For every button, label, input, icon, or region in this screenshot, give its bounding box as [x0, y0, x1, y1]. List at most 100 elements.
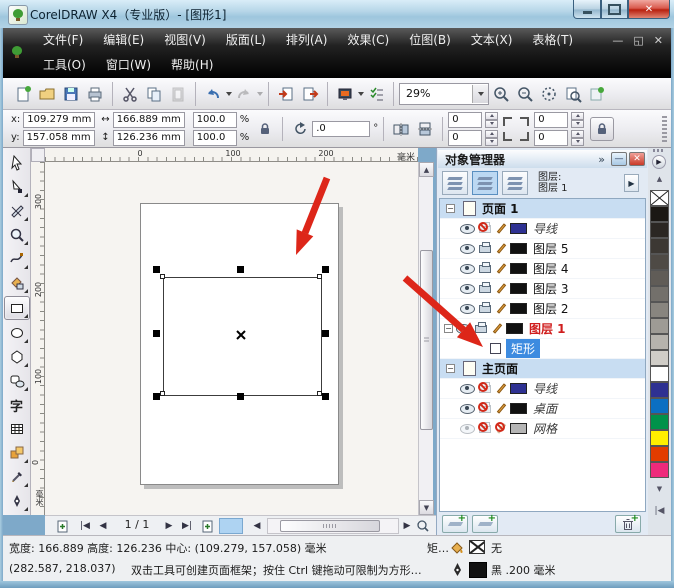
edit-toggle[interactable]	[489, 321, 506, 337]
welcome-screen-button[interactable]	[364, 82, 388, 106]
layer-color-swatch[interactable]	[510, 383, 527, 394]
corner-radius-tr-field[interactable]: 0	[534, 111, 569, 128]
tree-row-master-guides[interactable]: 导线	[440, 379, 645, 399]
selection-handle-sw[interactable]	[153, 393, 160, 400]
scale-y-field[interactable]: 100.0	[192, 129, 237, 146]
corner-bl-spinner[interactable]	[485, 129, 499, 146]
tree-row-desktop[interactable]: 桌面	[440, 399, 645, 419]
propbar-grip[interactable]	[662, 115, 667, 142]
object-center-marker[interactable]	[235, 329, 247, 341]
copy-button[interactable]	[142, 82, 166, 106]
undo-button[interactable]	[201, 82, 225, 106]
save-button[interactable]	[59, 82, 83, 106]
smart-fill-tool[interactable]	[5, 272, 29, 294]
ruler-origin[interactable]	[31, 148, 45, 162]
spinner-up-icon[interactable]	[485, 111, 499, 120]
redo-button[interactable]	[232, 82, 256, 106]
y-position-field[interactable]: 157.058 mm	[22, 129, 95, 146]
palette-swatch[interactable]	[650, 318, 669, 334]
print-toggle[interactable]	[476, 221, 493, 237]
rotation-angle-field[interactable]: .0	[312, 120, 371, 137]
print-button[interactable]	[83, 82, 107, 106]
horizontal-ruler[interactable]: 0 100 200 毫米	[45, 148, 418, 163]
tree-row-layer2[interactable]: 图层 2	[440, 299, 645, 319]
object-height-field[interactable]: 126.236 mm	[112, 129, 185, 146]
palette-swatch-none[interactable]	[650, 190, 669, 206]
menu-layout[interactable]: 版面(L)	[216, 28, 276, 53]
visibility-toggle[interactable]	[455, 321, 472, 337]
zoom-to-page-button[interactable]	[561, 82, 585, 106]
selection-handle-nw[interactable]	[153, 266, 160, 273]
new-document-button[interactable]	[11, 82, 35, 106]
add-page-button[interactable]	[55, 518, 71, 534]
palette-swatch[interactable]	[650, 350, 669, 366]
open-button[interactable]	[35, 82, 59, 106]
lock-corners-button[interactable]	[590, 116, 615, 141]
tree-row-layer3[interactable]: 图层 3	[440, 279, 645, 299]
spinner-up-icon[interactable]	[485, 129, 499, 138]
layer-color-swatch[interactable]	[510, 223, 527, 234]
docker-minimize-button[interactable]: —	[611, 152, 627, 166]
palette-swatch[interactable]	[650, 446, 669, 462]
new-master-layer-button[interactable]	[472, 513, 498, 533]
selection-handle-w[interactable]	[153, 330, 160, 337]
import-button[interactable]	[274, 82, 298, 106]
menu-tools[interactable]: 工具(O)	[33, 53, 96, 78]
palette-swatch[interactable]	[650, 366, 669, 382]
rectangle-corner-node[interactable]	[160, 391, 165, 396]
layer-color-swatch[interactable]	[510, 263, 527, 274]
menu-text[interactable]: 文本(X)	[461, 28, 523, 53]
corner-radius-tl-field[interactable]: 0	[448, 111, 483, 128]
docker-close-button[interactable]: ✕	[629, 152, 645, 166]
tree-row-layer5[interactable]: 图层 5	[440, 239, 645, 259]
new-layer-button[interactable]	[442, 513, 468, 533]
print-toggle[interactable]	[476, 301, 493, 317]
palette-scroll-up[interactable]: ▲	[654, 174, 665, 184]
menu-view[interactable]: 视图(V)	[154, 28, 216, 53]
palette-swatch[interactable]	[650, 206, 669, 222]
layer-color-swatch[interactable]	[510, 243, 527, 254]
visibility-toggle[interactable]	[459, 301, 476, 317]
spinner-up-icon[interactable]	[571, 111, 585, 120]
doc-restore-icon[interactable]: ◱	[633, 34, 643, 47]
pick-tool[interactable]	[5, 152, 29, 174]
corner-tr-spinner[interactable]	[571, 111, 585, 128]
layer-color-swatch[interactable]	[510, 423, 527, 434]
paste-button[interactable]	[166, 82, 190, 106]
previous-page-button[interactable]: ◀	[95, 518, 111, 534]
menu-arrange[interactable]: 排列(A)	[276, 28, 338, 53]
spinner-down-icon[interactable]	[485, 119, 499, 128]
print-toggle[interactable]	[476, 261, 493, 277]
selection-handle-e[interactable]	[322, 330, 329, 337]
mirror-vertical-button[interactable]	[413, 117, 437, 141]
cut-button[interactable]	[118, 82, 142, 106]
palette-swatch[interactable]	[650, 222, 669, 238]
tree-row-rectangle[interactable]: 矩形	[440, 339, 645, 359]
print-toggle[interactable]	[476, 401, 493, 417]
tree-row-master-page[interactable]: − 主页面	[440, 359, 645, 379]
palette-grip[interactable]	[653, 149, 665, 152]
redo-dropdown[interactable]	[257, 91, 263, 96]
scroll-up-button[interactable]: ▲	[419, 162, 434, 177]
edit-toggle[interactable]	[493, 241, 510, 257]
visibility-toggle[interactable]	[459, 421, 476, 437]
tree-row-page1[interactable]: − 页面 1	[440, 199, 645, 219]
application-launcher-button[interactable]	[333, 82, 357, 106]
edit-toggle[interactable]	[493, 401, 510, 417]
zoom-out-button[interactable]	[513, 82, 537, 106]
layer-color-swatch[interactable]	[510, 283, 527, 294]
spinner-up-icon[interactable]	[571, 129, 585, 138]
corner-radius-br-field[interactable]: 0	[534, 129, 569, 146]
doc-minimize-icon[interactable]: —	[612, 34, 623, 47]
print-toggle[interactable]	[476, 241, 493, 257]
corner-tl-spinner[interactable]	[485, 111, 499, 128]
mirror-horizontal-button[interactable]	[389, 117, 413, 141]
menu-edit[interactable]: 编辑(E)	[93, 28, 154, 53]
tree-row-layer1[interactable]: − 图层 1	[440, 319, 645, 339]
snap-to-button[interactable]	[585, 82, 609, 106]
hscroll-right-button[interactable]: ▶	[399, 518, 415, 534]
page-tab[interactable]	[219, 518, 243, 534]
docker-expand-chevron[interactable]: »	[598, 153, 605, 166]
rectangle-corner-node[interactable]	[317, 274, 322, 279]
print-toggle[interactable]	[476, 281, 493, 297]
